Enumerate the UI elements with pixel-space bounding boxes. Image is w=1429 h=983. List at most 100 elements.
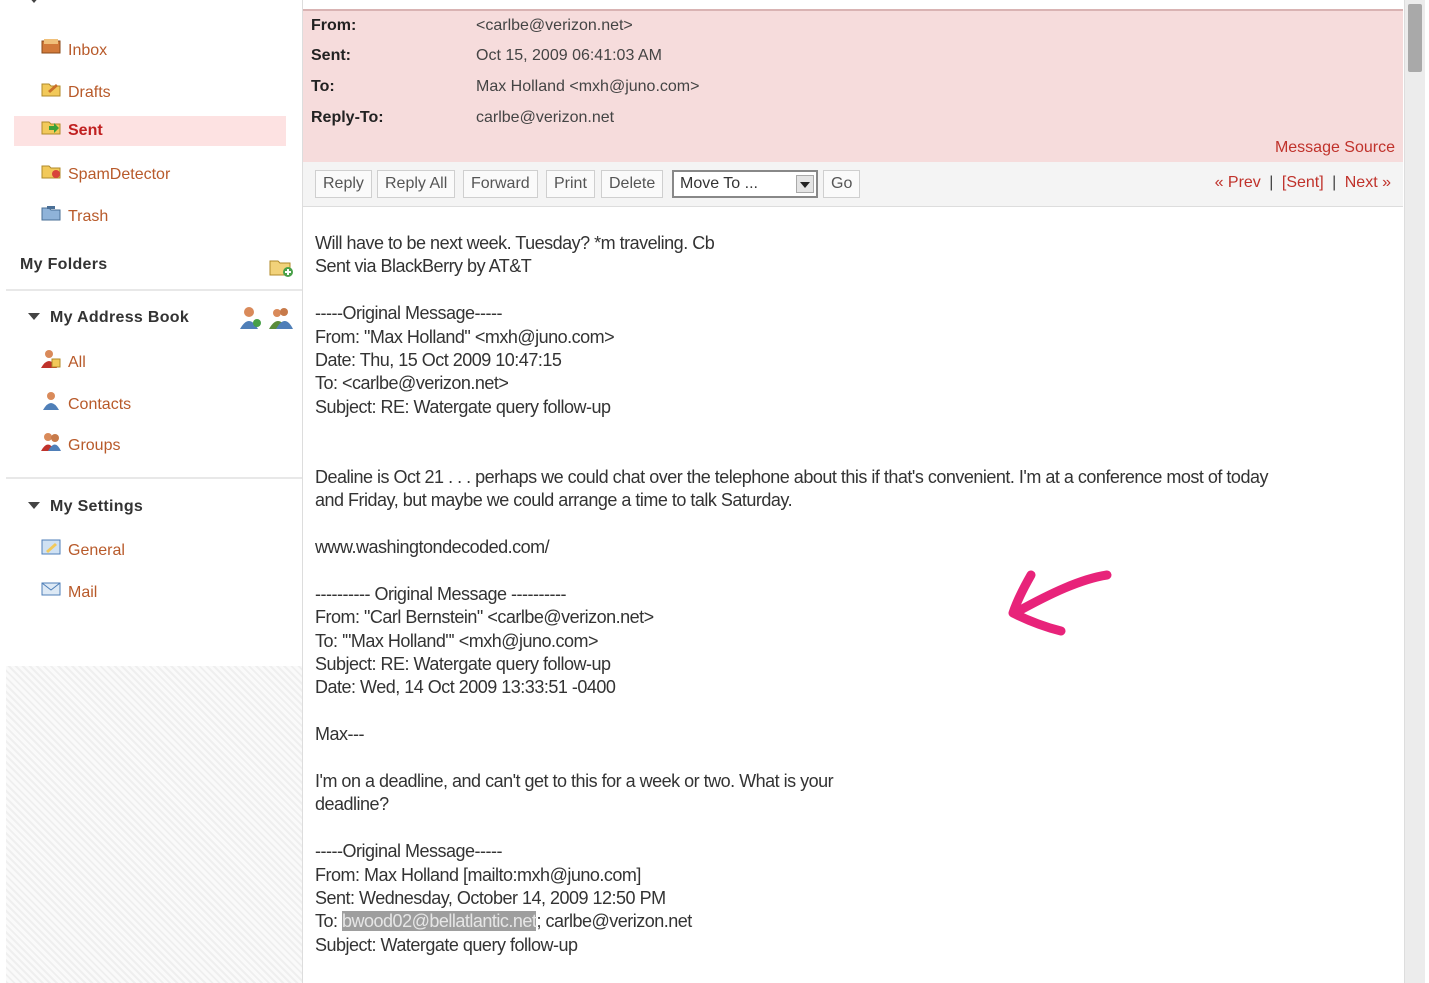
sidebar-item-label: Drafts — [68, 84, 111, 101]
message-view: From: <carlbe@verizon.net> Sent: Oct 15, 2… — [302, 0, 1405, 983]
my-folders-label: My Folders — [20, 256, 108, 273]
sent-label: Sent: — [311, 47, 351, 64]
message-header: From: <carlbe@verizon.net> Sent: Oct 15, 2… — [303, 9, 1403, 164]
sidebar-item-mail[interactable]: Mail — [14, 578, 286, 608]
sidebar-item-drafts[interactable]: Drafts — [14, 78, 286, 108]
body-line: From: "Carl Bernstein" <carlbe@verizon.n… — [315, 607, 654, 628]
sidebar-item-contacts[interactable]: Contacts — [14, 390, 286, 420]
chevron-down-icon[interactable] — [796, 175, 814, 193]
from-label: From: — [311, 17, 357, 34]
body-line: deadline? — [315, 794, 389, 815]
collapse-arrow-icon[interactable] — [28, 502, 40, 510]
reply-all-button[interactable]: Reply All — [377, 170, 456, 198]
body-line: To: '"Max Holland"' <mxh@juno.com> — [315, 630, 599, 651]
sidebar-divider — [6, 289, 302, 291]
sidebar-item-label: All — [68, 354, 86, 371]
sidebar-item-sent[interactable]: Sent — [14, 116, 286, 146]
body-line: Subject: RE: Watergate query follow-up — [315, 654, 611, 675]
sent-folder-link[interactable]: [Sent] — [1282, 174, 1324, 191]
body-line: Sent: Wednesday, October 14, 2009 12:50 … — [315, 887, 666, 908]
body-line: www.washingtondecoded.com/ — [315, 537, 550, 558]
move-to-value: Move To ... — [680, 175, 758, 192]
settings-label: My Settings — [50, 498, 144, 515]
sidebar-divider — [6, 477, 302, 479]
delete-button[interactable]: Delete — [601, 170, 664, 198]
sidebar-item-general[interactable]: General — [14, 536, 286, 566]
pager-separator: | — [1269, 174, 1274, 191]
trash-icon — [41, 206, 61, 221]
sidebar-empty-area — [6, 666, 302, 983]
sidebar-item-inbox[interactable]: Inbox — [14, 36, 286, 66]
settings-heading[interactable]: My Settings — [6, 498, 302, 516]
add-group-icon[interactable] — [268, 305, 294, 331]
sidebar-item-groups[interactable]: Groups — [14, 431, 286, 461]
collapse-arrow-icon[interactable] — [28, 313, 40, 321]
pink-arrow-annotation-icon — [1008, 570, 1112, 636]
address-book-heading[interactable]: My Address Book — [6, 307, 302, 329]
body-line: Date: Thu, 15 Oct 2009 10:47:15 — [315, 349, 562, 370]
sidebar-item-label: SpamDetector — [68, 166, 171, 183]
header-from-row: From: <carlbe@verizon.net> — [311, 17, 633, 35]
drafts-icon — [41, 83, 61, 97]
to-value: Max Holland <mxh@juno.com> — [476, 78, 700, 95]
replyto-label: Reply-To: — [311, 109, 384, 126]
move-to-select[interactable]: Move To ... — [672, 170, 818, 198]
body-line: To: <carlbe@verizon.net> — [315, 373, 509, 394]
body-line: -----Original Message----- — [315, 841, 503, 862]
body-line: From: Max Holland [mailto:mxh@juno.com] — [315, 864, 641, 885]
reply-button[interactable]: Reply — [315, 170, 372, 198]
add-contact-icon[interactable] — [238, 305, 262, 331]
next-link[interactable]: Next » — [1345, 174, 1391, 191]
my-folders-heading: My Folders — [6, 256, 302, 277]
forward-button[interactable]: Forward — [463, 170, 538, 198]
contact-icon — [43, 392, 59, 410]
body-line: Dealine is Oct 21 . . . perhaps we could… — [315, 466, 1268, 487]
groups-icon — [41, 433, 61, 451]
go-button[interactable]: Go — [823, 170, 861, 198]
body-line: Date: Wed, 14 Oct 2009 13:33:51 -0400 — [315, 677, 616, 698]
body-line: Sent via BlackBerry by AT&T — [315, 256, 532, 277]
my-messages-heading[interactable] — [6, 0, 302, 9]
message-source-link[interactable]: Message Source — [1275, 139, 1395, 157]
header-to-row: To: Max Holland <mxh@juno.com> — [311, 78, 699, 96]
sent-icon — [41, 121, 61, 135]
sidebar-item-label: Sent — [68, 122, 103, 139]
highlighted-email[interactable]: bwood02@bellatlantic.net — [342, 911, 537, 932]
print-button[interactable]: Print — [546, 170, 595, 198]
sidebar-item-label: Contacts — [68, 396, 132, 413]
spam-folder-icon — [41, 165, 61, 179]
body-line: To: bwood02@bellatlantic.net; carlbe@ver… — [315, 910, 1390, 933]
header-replyto-row: Reply-To: carlbe@verizon.net — [311, 109, 614, 127]
scrollbar-thumb[interactable] — [1408, 4, 1422, 72]
sidebar-item-label: Trash — [68, 208, 109, 225]
body-line: I'm on a deadline, and can't get to this… — [315, 770, 834, 791]
prev-link[interactable]: « Prev — [1215, 174, 1261, 191]
sidebar-item-label: Inbox — [68, 42, 108, 59]
from-value: <carlbe@verizon.net> — [476, 17, 633, 34]
body-line: Subject: RE: Watergate query follow-up — [315, 396, 611, 417]
sidebar-item-label: Mail — [68, 584, 98, 601]
sidebar-item-trash[interactable]: Trash — [14, 202, 286, 232]
replyto-value: carlbe@verizon.net — [476, 109, 615, 126]
address-book-label: My Address Book — [50, 309, 190, 326]
to-rest: ; carlbe@verizon.net — [536, 911, 692, 932]
body-line: From: "Max Holland" <mxh@juno.com> — [315, 326, 615, 347]
body-line: Max--- — [315, 724, 365, 745]
collapse-arrow-icon[interactable] — [28, 0, 40, 4]
body-line: and Friday, but maybe we could arrange a… — [315, 490, 793, 511]
message-body: Will have to be next week. Tuesday? *m t… — [315, 232, 1390, 957]
to-prefix: To: — [315, 911, 343, 932]
mail-settings-icon — [41, 582, 61, 596]
body-line: Will have to be next week. Tuesday? *m t… — [315, 233, 715, 253]
sidebar-item-label: General — [68, 542, 125, 559]
sidebar-item-all[interactable]: All — [14, 348, 286, 378]
all-contacts-icon — [41, 350, 61, 368]
general-settings-icon — [41, 539, 61, 555]
to-label: To: — [311, 78, 335, 95]
sent-value: Oct 15, 2009 06:41:03 AM — [476, 47, 662, 64]
body-line: -----Original Message----- — [315, 303, 503, 324]
add-folder-icon[interactable] — [268, 256, 294, 278]
vertical-scrollbar[interactable] — [1404, 0, 1425, 983]
sidebar-item-spamdetector[interactable]: SpamDetector — [14, 160, 286, 190]
sidebar-item-label: Groups — [68, 437, 121, 454]
